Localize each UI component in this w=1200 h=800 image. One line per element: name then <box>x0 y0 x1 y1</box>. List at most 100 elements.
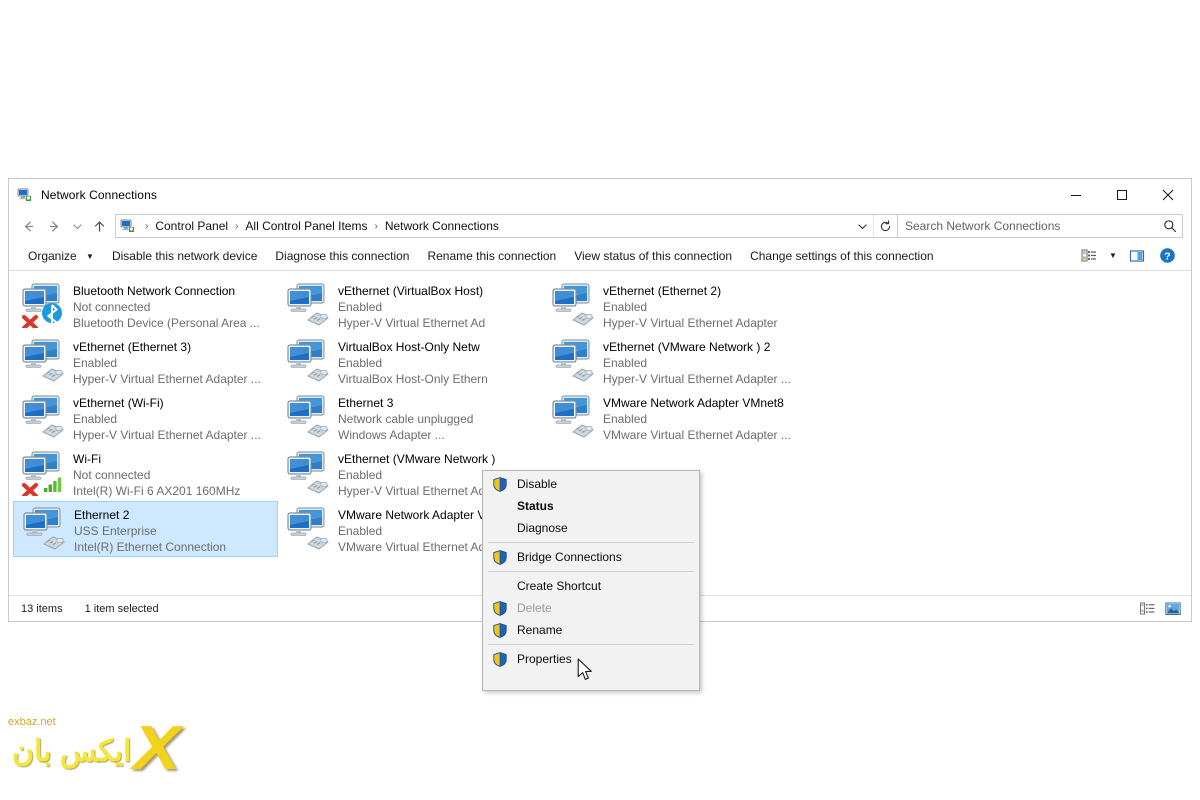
menu-item-label: Rename <box>517 623 563 637</box>
connection-tile[interactable]: Bluetooth Network Connection Not connecte… <box>13 277 278 333</box>
refresh-icon[interactable] <box>873 215 897 237</box>
diagnose-connection-button[interactable]: Diagnose this connection <box>266 245 418 267</box>
connection-status: Enabled <box>73 412 118 426</box>
menu-item-label: Create Shortcut <box>517 579 602 593</box>
forward-arrow-icon[interactable] <box>41 214 67 238</box>
network-adapter-icon <box>284 448 332 496</box>
connection-status: Enabled <box>338 300 383 314</box>
connection-device: Bluetooth Device (Personal Area ... <box>73 316 260 330</box>
connection-name: vEthernet (Ethernet 3) <box>73 340 192 354</box>
watermark-domain-text: exbaz.net <box>8 716 56 728</box>
connection-text: vEthernet (VMware Network ) 2 Enabled Hype… <box>603 336 791 387</box>
watermark-x-logo: X <box>132 714 181 783</box>
connection-tile[interactable]: Wi-Fi Not connected Intel(R) Wi-Fi 6 AX201… <box>13 445 278 501</box>
help-icon[interactable]: ? <box>1153 244 1181 268</box>
connection-text: Ethernet 2 USS Enterprise Intel(R) Etherne… <box>74 504 226 555</box>
command-bar: Organize ▼ Disable this network device D… <box>9 241 1191 271</box>
context-menu[interactable]: Disable Status Diagnose Bridge Connections C… <box>482 470 700 691</box>
connection-status: Not connected <box>73 468 151 482</box>
connection-tile[interactable]: Ethernet 3 Network cable unplugged Windows… <box>278 389 543 445</box>
menu-item-label: Delete <box>517 601 552 615</box>
connection-tile[interactable]: vEthernet (Wi-Fi) Enabled Hyper-V Virtual … <box>13 389 278 445</box>
connection-text: vEthernet (VirtualBox Host) Enabled Hyper-… <box>338 280 485 331</box>
minimize-button[interactable] <box>1053 179 1099 211</box>
organize-button[interactable]: Organize ▼ <box>19 245 103 267</box>
menu-item-status[interactable]: Status <box>483 495 699 517</box>
connection-tile[interactable]: VirtualBox Host-Only Netw Enabled VirtualB… <box>278 333 543 389</box>
menu-item-rename[interactable]: Rename <box>483 619 699 641</box>
search-placeholder: Search Network Connections <box>905 219 1061 233</box>
connection-text: Wi-Fi Not connected Intel(R) Wi-Fi 6 AX201… <box>73 448 240 499</box>
connection-tile[interactable]: vEthernet (Ethernet 2) Enabled Hyper-V Vir… <box>543 277 808 333</box>
command-bar-right-icons: ▼ ? <box>1075 244 1185 268</box>
recent-locations-chevron-down-icon[interactable] <box>67 214 87 238</box>
connection-name: Bluetooth Network Connection <box>73 284 236 298</box>
search-input[interactable]: Search Network Connections <box>897 214 1183 238</box>
connection-name: Ethernet 3 <box>338 396 394 410</box>
screen: Network Connections › Control Panel › Al… <box>0 0 1200 800</box>
breadcrumb-network-connections-icon <box>120 218 136 234</box>
connection-name: VMware Network Adapter VMnet8 <box>603 396 784 410</box>
menu-separator <box>488 571 694 572</box>
connection-device: Hyper-V Virtual Ethernet Adapter ... <box>603 372 791 386</box>
back-arrow-icon[interactable] <box>15 214 41 238</box>
view-status-button[interactable]: View status of this connection <box>565 245 741 267</box>
connection-name: vEthernet (Wi-Fi) <box>73 396 164 410</box>
large-icons-view-icon[interactable] <box>1163 600 1183 618</box>
connection-status: Enabled <box>73 356 118 370</box>
maximize-button[interactable] <box>1099 179 1145 211</box>
organize-label: Organize <box>28 248 77 263</box>
menu-item-create-shortcut[interactable]: Create Shortcut <box>483 575 699 597</box>
address-bar[interactable]: › Control Panel › All Control Panel Item… <box>115 214 898 238</box>
connection-status: Enabled <box>603 300 648 314</box>
connection-name: Wi-Fi <box>73 452 101 466</box>
breadcrumb-separator-2: › <box>374 220 378 232</box>
connection-device: Intel(R) Wi-Fi 6 AX201 160MHz <box>73 484 241 498</box>
search-icon[interactable] <box>1158 219 1182 233</box>
watermark-logo: ايكس بان exbaz.net X <box>8 712 198 792</box>
connection-device: Windows Adapter ... <box>338 428 445 442</box>
connection-status: USS Enterprise <box>74 524 157 538</box>
change-view-chevron-down-icon[interactable]: ▼ <box>1105 244 1121 268</box>
connection-text: Ethernet 3 Network cable unplugged Windows… <box>338 392 473 443</box>
connection-text: Bluetooth Network Connection Not connecte… <box>73 280 260 331</box>
address-chevron-down-icon[interactable] <box>851 215 873 237</box>
network-adapter-icon <box>549 336 597 384</box>
breadcrumb-item-network-connections[interactable]: Network Connections <box>383 219 501 233</box>
item-count-label: 13 items <box>21 602 63 615</box>
menu-item-label: Disable <box>517 477 558 491</box>
change-settings-button[interactable]: Change settings of this connection <box>741 245 942 267</box>
connection-text: VMware Network Adapter VMnet8 Enabled VMwa… <box>603 392 791 443</box>
address-bar-row: › Control Panel › All Control Panel Item… <box>9 211 1191 241</box>
connection-name: vEthernet (VMware Network ) <box>338 452 496 466</box>
rename-connection-button[interactable]: Rename this connection <box>418 245 565 267</box>
chevron-down-icon: ▼ <box>86 251 94 261</box>
disable-network-device-button[interactable]: Disable this network device <box>103 245 266 267</box>
connection-tile[interactable]: vEthernet (VMware Network ) 2 Enabled Hype… <box>543 333 808 389</box>
title-bar: Network Connections <box>9 179 1191 211</box>
menu-item-delete: Delete <box>483 597 699 619</box>
menu-item-properties[interactable]: Properties <box>483 648 699 670</box>
connection-tile[interactable]: VMware Network Adapter VMnet8 Enabled VMwa… <box>543 389 808 445</box>
close-button[interactable] <box>1145 179 1191 211</box>
watermark-arabic-text: ايكس بان <box>12 735 132 768</box>
connection-tile[interactable]: vEthernet (VirtualBox Host) Enabled Hyper-… <box>278 277 543 333</box>
change-view-icon[interactable] <box>1075 244 1103 268</box>
menu-item-disable[interactable]: Disable <box>483 473 699 495</box>
connection-status: Enabled <box>603 412 648 426</box>
details-view-icon[interactable] <box>1137 600 1157 618</box>
network-adapter-icon <box>19 280 67 331</box>
connection-name: vEthernet (VirtualBox Host) <box>338 284 484 298</box>
up-arrow-icon[interactable] <box>87 214 111 238</box>
connection-text: vEthernet (Ethernet 2) Enabled Hyper-V Vir… <box>603 280 778 331</box>
menu-item-no-icon <box>489 520 511 536</box>
breadcrumb-item-control-panel[interactable]: Control Panel <box>153 219 230 233</box>
menu-item-diagnose[interactable]: Diagnose <box>483 517 699 539</box>
connection-tile[interactable]: vEthernet (Ethernet 3) Enabled Hyper-V Vir… <box>13 333 278 389</box>
preview-pane-icon[interactable] <box>1123 244 1151 268</box>
menu-item-bridge-connections[interactable]: Bridge Connections <box>483 546 699 568</box>
connection-tile[interactable]: Ethernet 2 USS Enterprise Intel(R) Etherne… <box>13 501 278 557</box>
breadcrumb: › Control Panel › All Control Panel Item… <box>140 219 501 233</box>
connection-name: VirtualBox Host-Only Netw <box>338 340 480 354</box>
breadcrumb-item-all-control-panel-items[interactable]: All Control Panel Items <box>243 219 369 233</box>
